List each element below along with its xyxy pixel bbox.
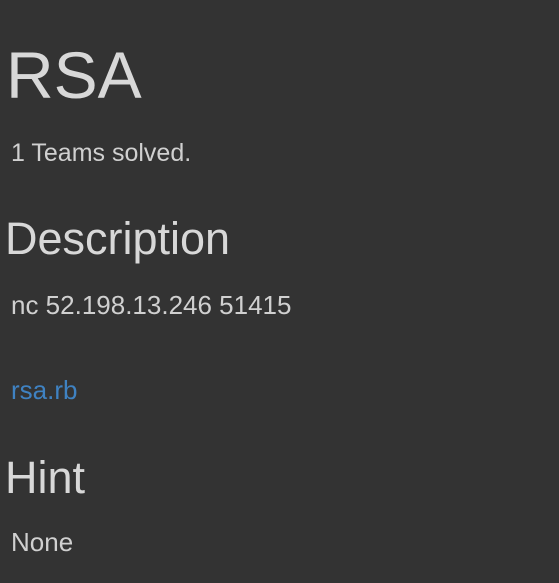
- challenge-page: RSA 1 Teams solved. Description nc 52.19…: [0, 0, 559, 583]
- hint-heading: Hint: [5, 452, 86, 503]
- hint-text: None: [11, 527, 74, 557]
- challenge-title: RSA: [6, 38, 142, 112]
- solved-count: 1 Teams solved.: [11, 139, 192, 167]
- description-text: nc 52.198.13.246 51415: [11, 290, 292, 320]
- file-download-link[interactable]: rsa.rb: [11, 374, 77, 406]
- description-heading: Description: [5, 213, 231, 264]
